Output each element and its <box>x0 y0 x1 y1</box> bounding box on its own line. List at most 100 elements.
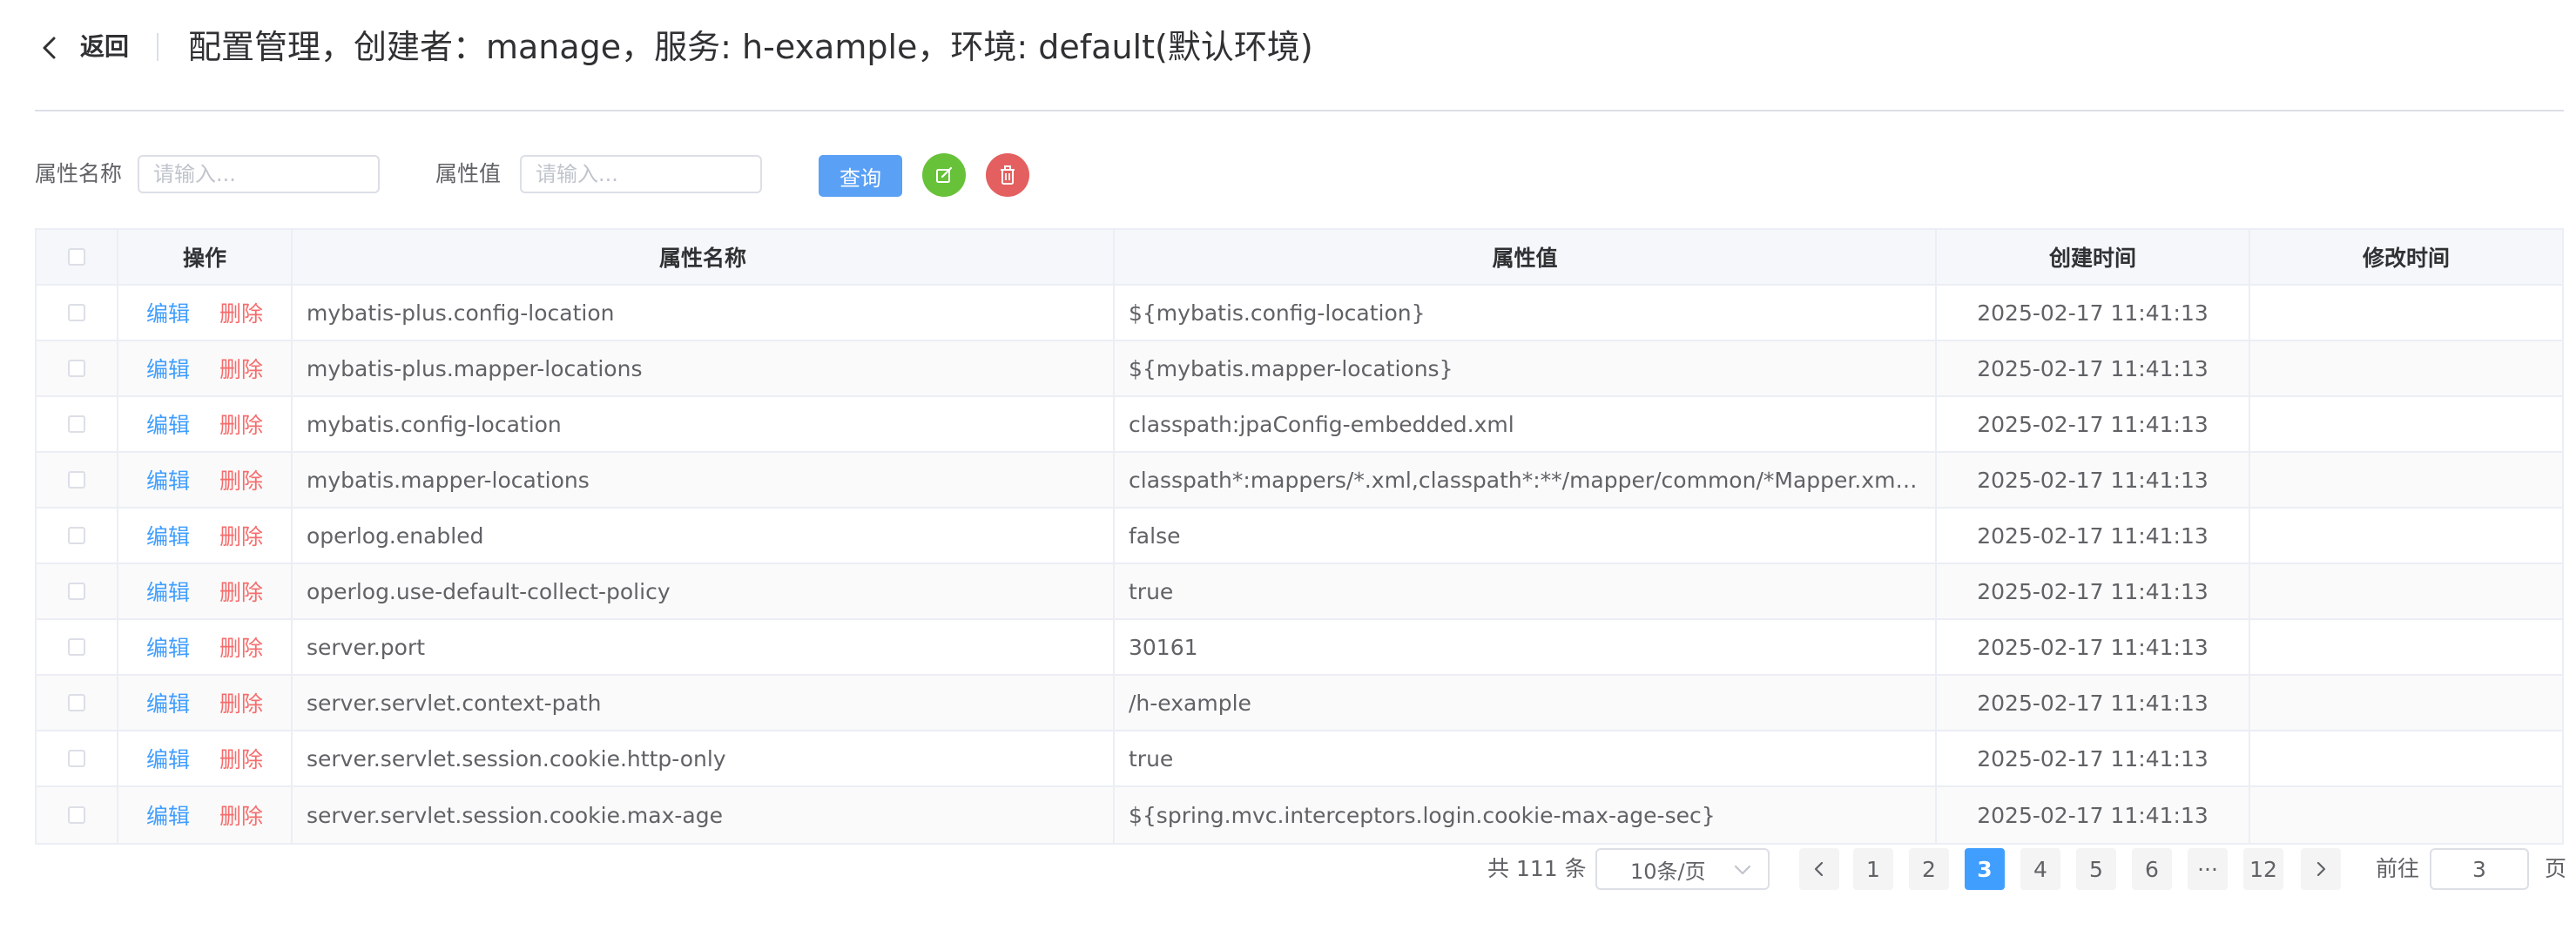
row-actions: 编辑 删除 <box>118 731 293 785</box>
page-number-button[interactable]: 5 <box>2076 848 2116 890</box>
row-delete-link[interactable]: 删除 <box>219 631 263 663</box>
created-time-cell: 2025-02-17 11:41:13 <box>1937 286 2250 340</box>
created-time: 2025-02-17 11:41:13 <box>1977 300 2208 326</box>
table-row: 编辑 删除 mybatis-plus.config-location ${mybati… <box>37 286 2562 341</box>
trash-icon <box>1001 165 1015 185</box>
row-delete-link[interactable]: 删除 <box>219 297 263 328</box>
row-delete-link[interactable]: 删除 <box>219 520 263 551</box>
row-delete-link[interactable]: 删除 <box>219 464 263 495</box>
property-value-cell: false <box>1115 509 1937 563</box>
created-time: 2025-02-17 11:41:13 <box>1977 411 2208 437</box>
property-name: mybatis.config-location <box>307 411 562 437</box>
row-checkbox[interactable] <box>68 360 85 377</box>
row-actions: 编辑 删除 <box>118 341 293 395</box>
row-checkbox[interactable] <box>68 304 85 321</box>
property-value-cell: classpath*:mappers/*.xml,classpath*:**/m… <box>1115 453 1937 507</box>
row-checkbox[interactable] <box>68 694 85 711</box>
page-ellipsis-button[interactable]: ··· <box>2188 848 2228 890</box>
value-filter-input[interactable] <box>520 155 762 193</box>
property-name-cell: operlog.enabled <box>293 509 1115 563</box>
property-value-cell: true <box>1115 564 1937 618</box>
page-number-button[interactable]: 12 <box>2243 848 2283 890</box>
page-suffix-label: 页 <box>2545 856 2567 881</box>
row-edit-link[interactable]: 编辑 <box>146 408 190 440</box>
created-time: 2025-02-17 11:41:13 <box>1977 467 2208 493</box>
property-value: false <box>1129 522 1181 549</box>
select-all-checkbox[interactable] <box>68 248 85 266</box>
row-edit-link[interactable]: 编辑 <box>146 743 190 774</box>
row-delete-link[interactable]: 删除 <box>219 353 263 384</box>
table-row: 编辑 删除 server.servlet.session.cookie.http-o… <box>37 731 2562 787</box>
created-time: 2025-02-17 11:41:13 <box>1977 578 2208 604</box>
table-row: 编辑 删除 server.servlet.context-path/h-exampl… <box>37 676 2562 731</box>
row-actions: 编辑 删除 <box>118 620 293 674</box>
row-edit-link[interactable]: 编辑 <box>146 687 190 718</box>
row-checkbox[interactable] <box>68 471 85 489</box>
page-number-button[interactable]: 2 <box>1909 848 1949 890</box>
created-time-cell: 2025-02-17 11:41:13 <box>1937 731 2250 785</box>
row-edit-link[interactable]: 编辑 <box>146 353 190 384</box>
row-checkbox-cell <box>37 676 118 730</box>
back-arrow-icon[interactable] <box>35 33 64 63</box>
row-delete-link[interactable]: 删除 <box>219 408 263 440</box>
chevron-down-icon <box>1734 865 1751 875</box>
row-checkbox[interactable] <box>68 806 85 824</box>
back-button[interactable]: 返回 <box>80 30 129 64</box>
name-filter-input[interactable] <box>138 155 380 193</box>
property-name: mybatis.mapper-locations <box>307 467 590 493</box>
prev-page-button[interactable] <box>1799 848 1839 890</box>
row-checkbox[interactable] <box>68 415 85 433</box>
row-checkbox-cell <box>37 286 118 340</box>
batch-delete-button[interactable] <box>986 153 1029 197</box>
table-row: 编辑 删除 mybatis.mapper-locations classpath*:m… <box>37 453 2562 509</box>
row-actions: 编辑 删除 <box>118 397 293 451</box>
row-edit-link[interactable]: 编辑 <box>146 631 190 663</box>
property-value: classpath:jpaConfig-embedded.xml <box>1129 411 1514 437</box>
property-value: true <box>1129 745 1174 772</box>
property-name: server.servlet.session.cookie.max-age <box>307 802 723 828</box>
row-edit-link[interactable]: 编辑 <box>146 799 190 831</box>
row-delete-link[interactable]: 删除 <box>219 576 263 607</box>
row-checkbox[interactable] <box>68 583 85 600</box>
page-number-button[interactable]: 4 <box>2020 848 2060 890</box>
row-edit-link[interactable]: 编辑 <box>146 464 190 495</box>
column-header-name: 属性名称 <box>293 230 1115 284</box>
modified-time-cell <box>2250 731 2562 785</box>
property-name: server.port <box>307 634 426 660</box>
property-name: mybatis-plus.mapper-locations <box>307 355 643 381</box>
row-checkbox[interactable] <box>68 527 85 544</box>
row-checkbox[interactable] <box>68 750 85 767</box>
property-value: 30161 <box>1129 634 1198 660</box>
property-name-cell: mybatis-plus.config-location <box>293 286 1115 340</box>
row-actions: 编辑 删除 <box>118 509 293 563</box>
created-time-cell: 2025-02-17 11:41:13 <box>1937 620 2250 674</box>
chevron-left-icon <box>1814 861 1824 877</box>
row-actions: 编辑 删除 <box>118 564 293 618</box>
row-delete-link[interactable]: 删除 <box>219 743 263 774</box>
property-value: classpath*:mappers/*.xml,classpath*:**/m… <box>1129 467 1923 493</box>
page-number-button[interactable]: 6 <box>2132 848 2172 890</box>
row-edit-link[interactable]: 编辑 <box>146 576 190 607</box>
created-time-cell: 2025-02-17 11:41:13 <box>1937 564 2250 618</box>
query-button[interactable]: 查询 <box>819 155 902 197</box>
row-edit-link[interactable]: 编辑 <box>146 297 190 328</box>
column-header-created: 创建时间 <box>1937 230 2250 284</box>
goto-page-input[interactable] <box>2430 848 2529 890</box>
property-name: mybatis-plus.config-location <box>307 300 615 326</box>
row-delete-link[interactable]: 删除 <box>219 799 263 831</box>
row-edit-link[interactable]: 编辑 <box>146 520 190 551</box>
created-time: 2025-02-17 11:41:13 <box>1977 522 2208 549</box>
property-name: server.servlet.session.cookie.http-only <box>307 745 726 772</box>
property-value: ${mybatis.mapper-locations} <box>1129 355 1453 381</box>
add-config-button[interactable] <box>922 153 966 197</box>
page-number-button[interactable]: 1 <box>1853 848 1893 890</box>
table-row: 编辑 删除 mybatis-plus.mapper-locations ${mybat… <box>37 341 2562 397</box>
created-time-cell: 2025-02-17 11:41:13 <box>1937 676 2250 730</box>
created-time: 2025-02-17 11:41:13 <box>1977 690 2208 716</box>
table-header-row: 操作 属性名称 属性值 创建时间 修改时间 <box>37 230 2562 286</box>
next-page-button[interactable] <box>2301 848 2341 890</box>
row-delete-link[interactable]: 删除 <box>219 687 263 718</box>
row-checkbox[interactable] <box>68 638 85 656</box>
page-number-button[interactable]: 3 <box>1965 848 2005 890</box>
page-size-select[interactable]: 10条/页 <box>1595 848 1770 890</box>
